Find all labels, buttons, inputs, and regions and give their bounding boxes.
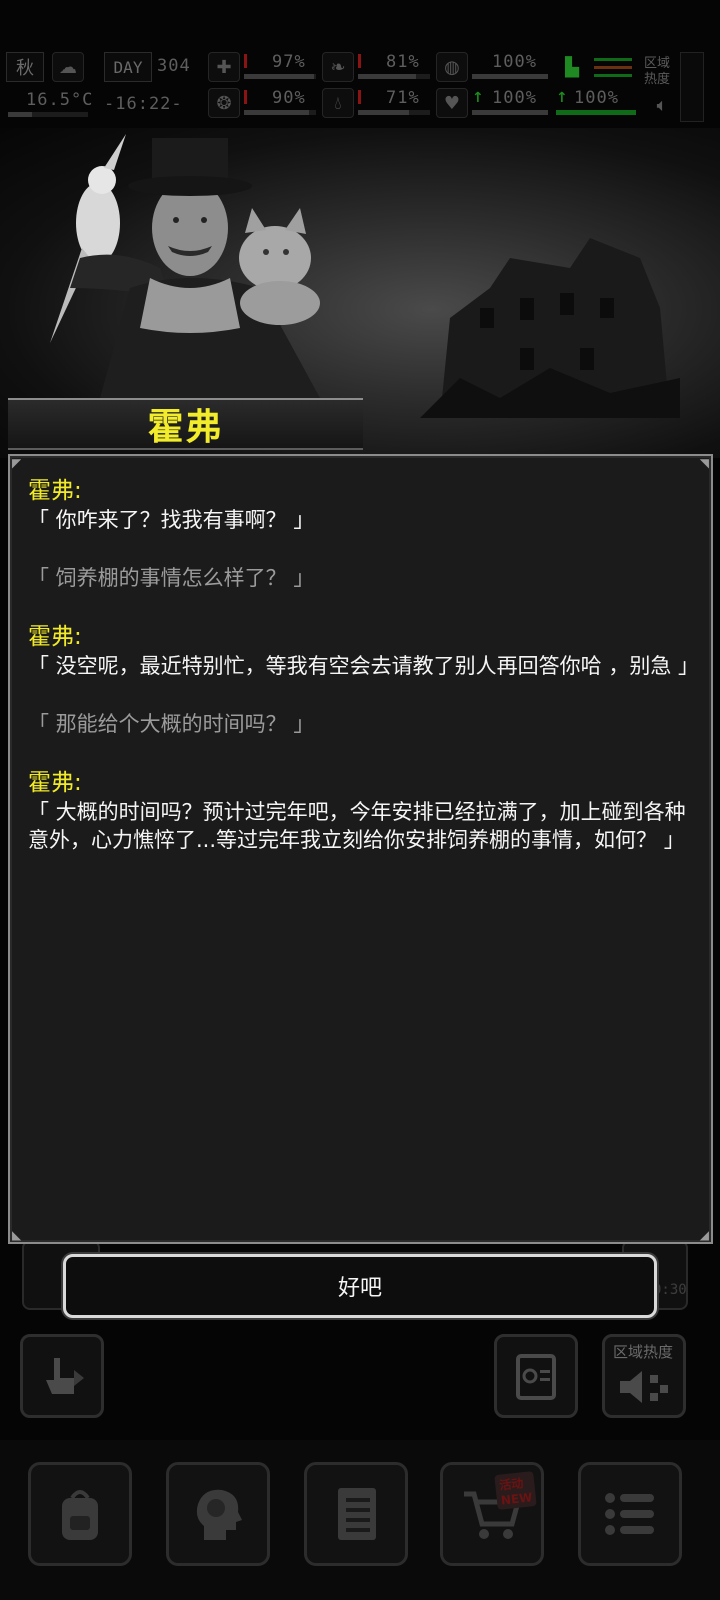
stamina-value: 100% (574, 88, 619, 108)
clock-readout: -16:22- (104, 94, 183, 114)
speaker-heat-icon (620, 1371, 668, 1403)
dialog-entry: 霍弗: 「 大概的时间吗？预计过完年吧，今年安排已经拉满了，加上碰到各种意外，心… (28, 768, 693, 854)
stamina-icon: ▙ (565, 56, 579, 78)
zone-heat-label: 区域热度 (644, 56, 671, 87)
speaker-name: 霍弗: (28, 624, 82, 650)
head-brain-icon (196, 1489, 242, 1540)
dialog-entry: 霍弗: 「 你咋来了？找我有事啊？ 」 (28, 476, 693, 534)
water-drop-icon: 💧︎ (322, 88, 354, 118)
map-document-button[interactable] (494, 1334, 578, 1418)
hunger-value: 81% (386, 52, 420, 72)
dialog-entry: 「 饲养棚的事情怎么样了？ 」 (28, 564, 693, 592)
zone-heat-button-label: 区域热度 (613, 1343, 674, 1361)
day-label: DAY (104, 52, 152, 82)
backpack-button[interactable] (28, 1462, 132, 1566)
journal-button[interactable] (304, 1462, 408, 1566)
temperature-bar (8, 112, 88, 117)
status-bar: 秋 ☁ DAY 304 16.5°C -16:22- ✚ 97% ❧ 81% ◍… (0, 50, 720, 126)
day-value: 304 (157, 56, 191, 76)
hud-time-fragment: 0:30 (653, 1282, 687, 1298)
menu-list-icon (605, 1493, 654, 1535)
temperature-readout: 16.5°C (26, 90, 94, 110)
speaker-name: 霍弗: (28, 478, 82, 504)
npc-line: 「 你咋来了？找我有事啊？ 」 (28, 508, 315, 532)
medkit-icon: ✚ (208, 52, 240, 82)
medicine-value: 100% (492, 52, 537, 72)
hunger-bar (358, 74, 430, 79)
brain-icon: ❂ (208, 88, 240, 118)
thirst-bar (358, 110, 430, 115)
menu-button[interactable] (578, 1462, 682, 1566)
player-choice-line: 「 饲养棚的事情怎么样了？ 」 (28, 566, 315, 590)
mood-bar (472, 110, 548, 115)
backpack-icon (62, 1490, 98, 1540)
dialog-panel: ◤ ◥ ◣ ◢ 霍弗: 「 你咋来了？找我有事啊？ 」 「 饲养棚的事情怎么样了… (8, 454, 713, 1244)
dialog-entry: 霍弗: 「 没空呢，最近特别忙，等我有空会去请教了别人再回答你哈 ，别急 」 (28, 622, 700, 680)
player-choice-line: 「 那能给个大概的时间吗？ 」 (28, 712, 315, 736)
season-text: 秋 (16, 58, 34, 79)
stamina-bar (556, 110, 636, 115)
npc-portrait (50, 134, 320, 398)
ruined-building-illustration (420, 238, 680, 418)
zone-heat-button[interactable]: 区域热度 (602, 1334, 686, 1418)
interact-button[interactable] (20, 1334, 104, 1418)
mood-value: 100% (492, 88, 537, 108)
weather-icon: ☁ (52, 52, 84, 82)
bottom-nav: 活动 NEW (0, 1440, 720, 1600)
health-value: 97% (272, 52, 306, 72)
speaker-icon: 🔈︎ (656, 94, 668, 116)
pill-icon: ◍ (436, 52, 468, 82)
new-badge: 活动 NEW (493, 1471, 537, 1510)
speaker-name: 霍弗: (28, 770, 82, 796)
dialog-entry: 「 那能给个大概的时间吗？ 」 (28, 710, 693, 738)
zone-heat-gauge (680, 52, 704, 122)
tap-hand-icon (46, 1358, 84, 1394)
thirst-value: 71% (386, 88, 420, 108)
stomach-icon: ❧ (322, 52, 354, 82)
document-icon (516, 1354, 556, 1400)
ok-button[interactable]: 好吧 (63, 1254, 657, 1318)
health-bar (244, 74, 316, 79)
npc-name: 霍弗 (147, 407, 224, 448)
npc-line: 「 大概的时间吗？预计过完年吧，今年安排已经拉满了，加上碰到各种意外，心力憔悴了… (28, 800, 686, 852)
notebook-icon (338, 1488, 376, 1540)
shop-button[interactable]: 活动 NEW (440, 1462, 544, 1566)
heart-icon: ♥ (436, 88, 468, 118)
sanity-bar (244, 110, 316, 115)
npc-name-banner: 霍弗 (8, 398, 363, 450)
npc-line: 「 没空呢，最近特别忙，等我有空会去请教了别人再回答你哈 ，别急 」 (28, 654, 700, 678)
sanity-value: 90% (272, 88, 306, 108)
dialog-transcript: 霍弗: 「 你咋来了？找我有事啊？ 」 「 饲养棚的事情怎么样了？ 」 霍弗: … (28, 476, 700, 884)
medicine-bar (472, 74, 548, 79)
season-indicator: 秋 (6, 52, 44, 82)
skills-button[interactable] (166, 1462, 270, 1566)
